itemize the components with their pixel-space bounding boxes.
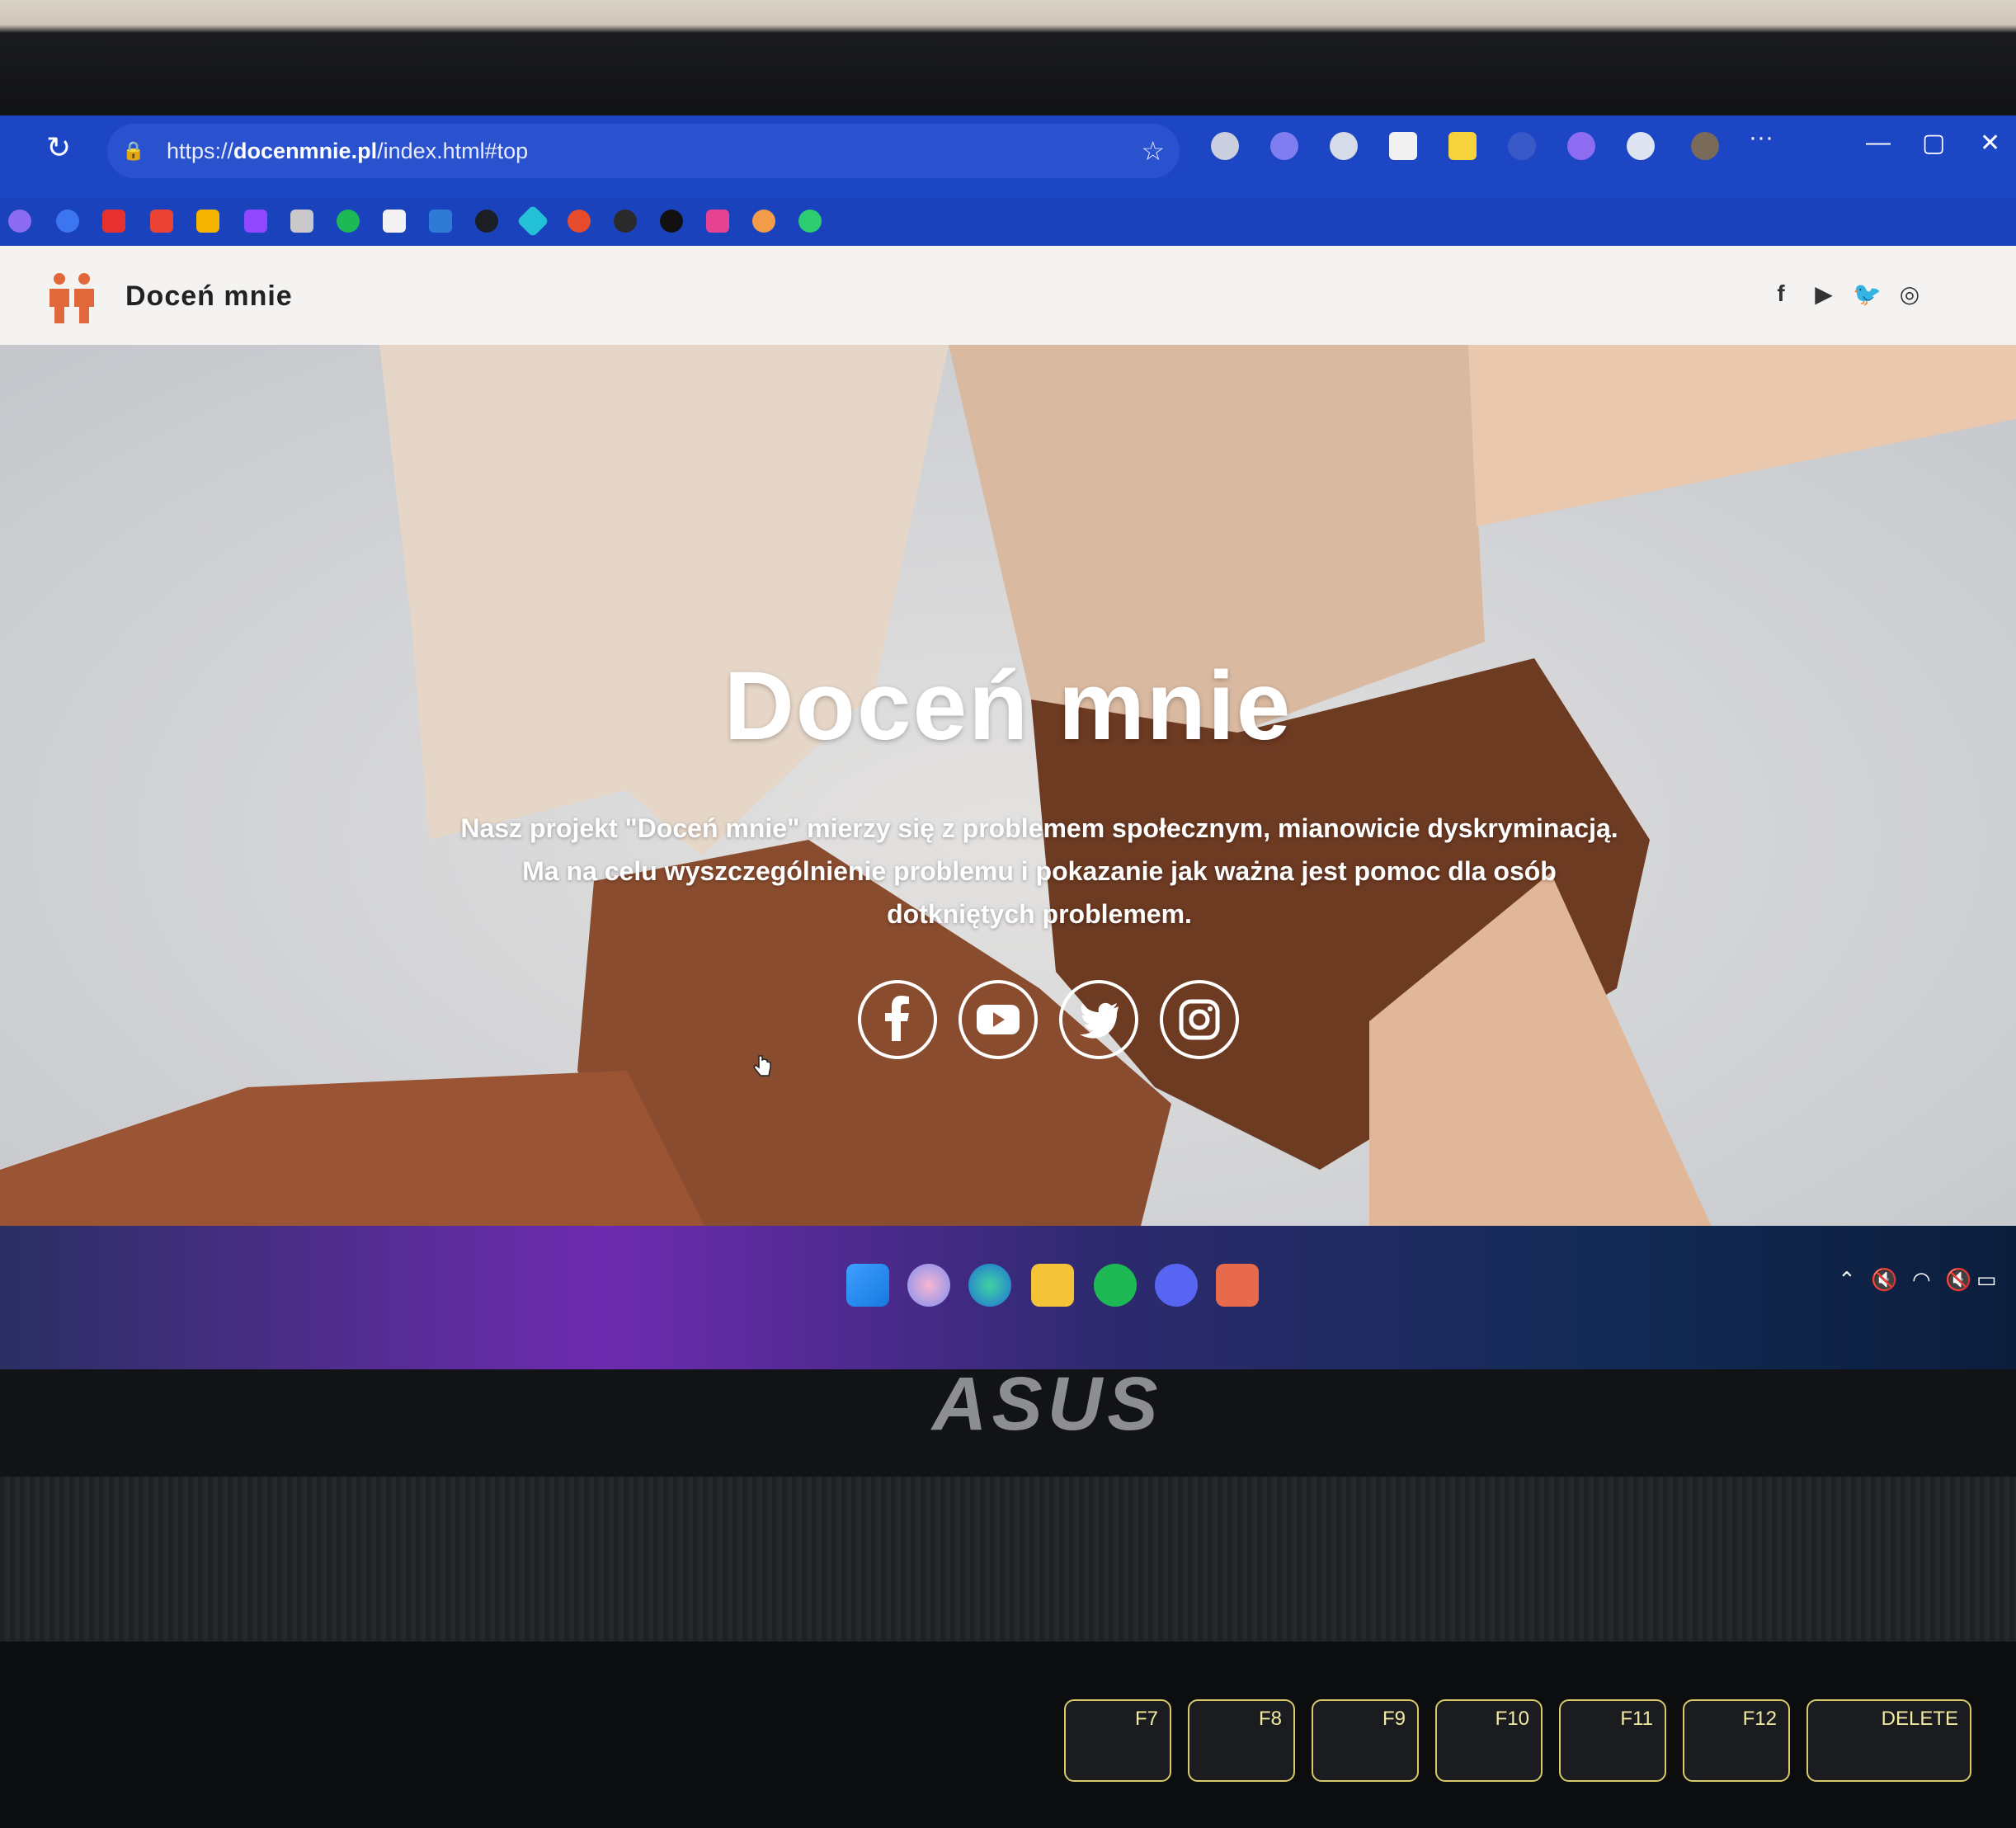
restore-button[interactable]: ▢ [1922,129,1945,158]
bookmark-icon[interactable] [706,210,729,233]
close-button[interactable]: ✕ [1980,129,2000,158]
laptop-hinge [0,1477,2016,1642]
keyboard-key[interactable]: F7 [1064,1699,1171,1782]
extension-icon[interactable] [1448,132,1477,160]
facebook-social-button[interactable] [858,980,937,1059]
twitter-icon[interactable]: 🐦 [1853,280,1882,308]
hero-description: Nasz projekt "Doceń mnie" mierzy się z p… [460,813,1618,929]
spotify-icon[interactable] [337,210,360,233]
url-text: https://docenmnie.pl/index.html#top [167,139,529,163]
bookmark-icon[interactable] [516,205,549,238]
gift-icon[interactable] [290,210,313,233]
gmail-icon[interactable] [150,210,173,233]
extensions-puzzle-icon[interactable] [1627,132,1655,160]
settings-more-button[interactable]: ··· [1749,124,1773,152]
instagram-social-button[interactable] [1160,980,1239,1059]
youtube-icon[interactable]: ▶ [1810,280,1838,308]
bookmark-icon[interactable] [383,210,406,233]
hands-image [0,345,2016,1236]
bookmark-icon[interactable] [798,210,822,233]
laptop-screen: ↻ 🔒 https://docenmnie.pl/index.html#top … [0,115,2016,1369]
hero-section: Doceń mnie Nasz projekt "Doceń mnie" mie… [0,345,2016,1236]
keyboard: F7 F8 F9 F10 F11 F12 DELETE [0,1642,2016,1828]
google-drive-icon[interactable] [196,210,219,233]
youtube-social-button[interactable] [959,980,1038,1059]
instagram-icon [1179,999,1220,1040]
keyboard-key[interactable]: F11 [1559,1699,1666,1782]
extension-icon[interactable] [1330,132,1358,160]
bookmarks-bar [0,198,2016,246]
twitter-social-button[interactable] [1059,980,1138,1059]
instagram-icon[interactable]: ◎ [1896,280,1924,308]
facebook-icon [885,996,909,1041]
twitter-icon [1080,1002,1119,1039]
facebook-icon[interactable]: f [1767,280,1795,307]
twitch-icon[interactable] [244,210,267,233]
bookmark-icon[interactable] [752,210,775,233]
chevron-up-icon[interactable]: ⌃ [1838,1267,1856,1293]
battery-icon[interactable]: ▭ [1976,1267,1997,1293]
photos-icon[interactable] [907,1264,950,1307]
wifi-icon[interactable]: ◠ [1912,1267,1931,1293]
keyboard-key[interactable]: F10 [1435,1699,1543,1782]
hero-title: Doceń mnie [723,652,1293,761]
extension-icon[interactable] [1389,132,1417,160]
bookmark-icon[interactable] [660,210,683,233]
extension-icon[interactable] [1508,132,1536,160]
keyboard-key[interactable]: F12 [1683,1699,1790,1782]
youtube-icon[interactable] [102,210,125,233]
bookmark-icon[interactable] [429,210,452,233]
bookmark-icon[interactable] [568,210,591,233]
extension-icon[interactable] [1567,132,1595,160]
reload-icon[interactable]: ↻ [46,130,71,165]
speaker-mute-icon[interactable]: 🔇 [1871,1267,1897,1293]
discord-icon[interactable] [1155,1264,1198,1307]
hand-cursor-icon [753,1055,771,1077]
extension-icon[interactable] [1270,132,1298,160]
bookmark-icon[interactable] [614,210,637,233]
messenger-icon[interactable] [8,210,31,233]
keyboard-key[interactable]: F9 [1312,1699,1419,1782]
favorite-star-icon[interactable]: ☆ [1141,135,1165,167]
github-icon[interactable] [475,210,498,233]
browser-titlebar: ↻ 🔒 https://docenmnie.pl/index.html#top … [0,115,2016,198]
extension-icon[interactable] [1211,132,1239,160]
windows-taskbar: ⌃ 🔇 ◠ 🔇 ▭ [0,1226,2016,1369]
address-bar[interactable]: 🔒 https://docenmnie.pl/index.html#top ☆ [107,124,1180,178]
keyboard-key[interactable]: F8 [1188,1699,1295,1782]
spotify-icon[interactable] [1094,1264,1137,1307]
minimize-button[interactable]: — [1866,129,1891,157]
youtube-icon [977,1005,1020,1034]
site-header: Doceń mnie f ▶ 🐦 ◎ [0,246,2016,345]
app-icon[interactable] [1216,1264,1259,1307]
people-logo-icon[interactable] [43,271,101,325]
laptop-brand-logo: ASUS [932,1362,1163,1446]
website: Doceń mnie f ▶ 🐦 ◎ Doceń mnie Nasz proje… [0,246,2016,1236]
file-explorer-icon[interactable] [1031,1264,1074,1307]
site-brand[interactable]: Doceń mnie [125,280,293,313]
windows-start-icon[interactable] [846,1264,889,1307]
edge-browser-icon[interactable] [968,1264,1011,1307]
lock-icon: 🔒 [122,140,145,161]
keyboard-key[interactable]: DELETE [1806,1699,1971,1782]
profile-avatar[interactable] [1691,132,1719,160]
facebook-icon[interactable] [56,210,79,233]
speaker-mute-icon[interactable]: 🔇 [1945,1267,1971,1293]
